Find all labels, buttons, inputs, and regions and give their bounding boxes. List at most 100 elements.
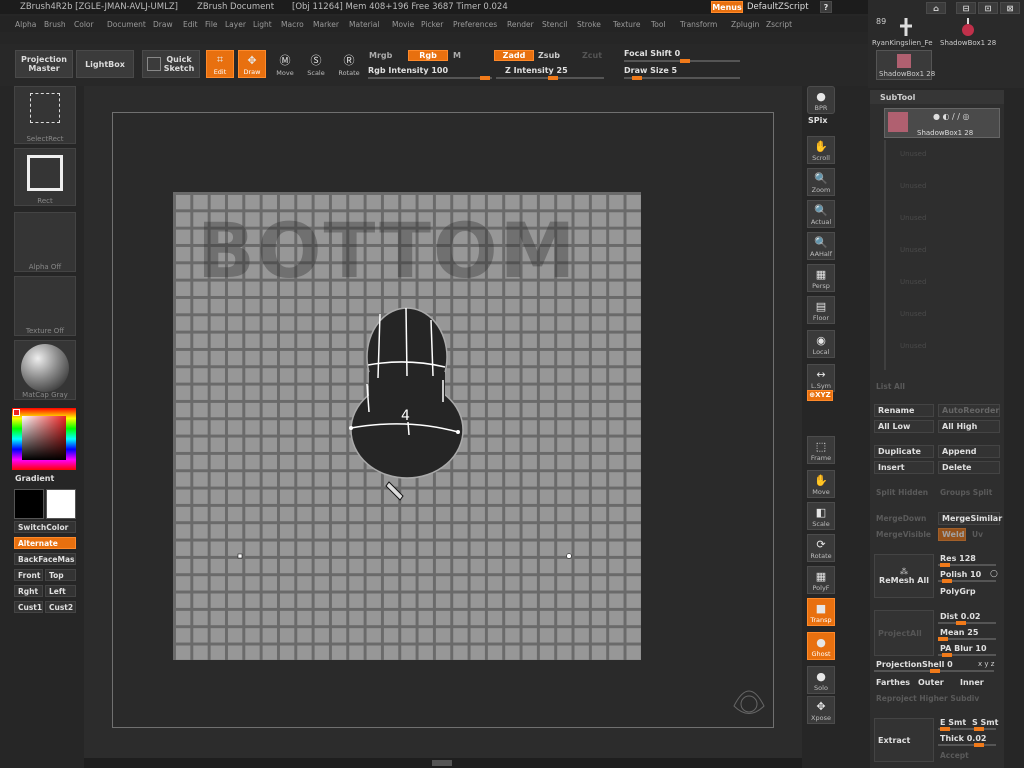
cust1-button[interactable]: Cust1 [14, 601, 43, 613]
zcut-toggle[interactable]: Zcut [582, 51, 602, 60]
rename-button[interactable]: Rename [874, 404, 934, 417]
menu-movie[interactable]: Movie [392, 20, 414, 29]
delete-button[interactable]: Delete [938, 461, 1000, 474]
menu-material[interactable]: Material [349, 20, 379, 29]
menu-zplugin[interactable]: Zplugin [731, 20, 759, 29]
menu-tool[interactable]: Tool [651, 20, 666, 29]
solo-button[interactable]: ● Solo [807, 666, 835, 694]
menu-document[interactable]: Document [107, 20, 146, 29]
subtool-empty-slot[interactable]: Unused [900, 278, 926, 286]
rgb-toggle[interactable]: Rgb [408, 50, 448, 61]
list-all-button[interactable]: List All [876, 382, 905, 391]
z-intensity-knob[interactable] [548, 76, 558, 80]
lightbox-button[interactable]: LightBox [76, 50, 134, 78]
z-intensity-slider[interactable]: Z Intensity 25 [505, 66, 568, 75]
menu-light[interactable]: Light [253, 20, 272, 29]
lsym-button[interactable]: ↔ L.Sym [807, 364, 835, 392]
xpose-button[interactable]: ✥ Xpose [807, 696, 835, 724]
subtool-header[interactable]: SubTool [870, 90, 1004, 104]
scale-button[interactable]: Ⓢ Scale [302, 50, 330, 78]
draw-size-track[interactable] [624, 76, 740, 80]
focal-shift-track[interactable] [624, 59, 740, 63]
draw-size-knob[interactable] [632, 76, 642, 80]
rgb-intensity-slider[interactable]: Rgb Intensity 100 [368, 66, 448, 75]
merge-down-button[interactable]: MergeDown [876, 514, 926, 523]
mean-track[interactable] [938, 637, 996, 641]
m-toggle[interactable]: M [453, 51, 461, 60]
polyf-button[interactable]: ▦ PolyF [807, 566, 835, 594]
scroll-button[interactable]: ✋ Scroll [807, 136, 835, 164]
mean-slider[interactable]: Mean 25 [940, 628, 978, 637]
e-smooth-knob[interactable] [940, 727, 950, 731]
persp-button[interactable]: ▦ Persp [807, 264, 835, 292]
menu-brush[interactable]: Brush [44, 20, 66, 29]
front-button[interactable]: Front [14, 569, 43, 581]
rotate-button[interactable]: Ⓡ Rotate [335, 50, 363, 78]
smooth-track[interactable] [938, 727, 996, 731]
res-knob[interactable] [940, 563, 950, 567]
secondary-color-swatch[interactable] [46, 489, 76, 519]
top-button[interactable]: Top [45, 569, 76, 581]
accept-button[interactable]: Accept [940, 751, 969, 760]
polish-circle-icon[interactable]: ○ [990, 569, 998, 579]
menu-edit[interactable]: Edit [183, 20, 198, 29]
extract-button[interactable]: Extract [874, 718, 934, 762]
select-rect-button[interactable]: SelectRect [14, 86, 76, 144]
dist-slider[interactable]: Dist 0.02 [940, 612, 981, 621]
dist-knob[interactable] [956, 621, 966, 625]
alternate-button[interactable]: Alternate [14, 537, 76, 549]
tool-item-2[interactable]: ShadowBox1 28 [940, 39, 996, 47]
tray-handle[interactable] [432, 760, 452, 766]
scale-button[interactable]: ◧ Scale [807, 502, 835, 530]
floor-button[interactable]: ▤ Floor [807, 296, 835, 324]
focal-shift-slider[interactable]: Focal Shift 0 [624, 49, 680, 58]
bottom-tray[interactable] [84, 758, 802, 768]
draw-size-slider[interactable]: Draw Size 5 [624, 66, 677, 75]
merge-visible-button[interactable]: MergeVisible [876, 530, 931, 539]
weld-toggle[interactable]: Weld [938, 528, 966, 541]
menu-macro[interactable]: Macro [281, 20, 304, 29]
tool-item-1[interactable]: RyanKingslien_Fe [872, 39, 933, 47]
subtool-empty-slot[interactable]: Unused [900, 246, 926, 254]
subtool-empty-slot[interactable]: Unused [900, 150, 926, 158]
cust2-button[interactable]: Cust2 [45, 601, 76, 613]
groups-split-button[interactable]: Groups Split [940, 488, 992, 497]
projection-shell-slider[interactable]: ProjectionShell 0 [876, 660, 953, 669]
subtool-empty-slot[interactable]: Unused [900, 310, 926, 318]
default-zscript-button[interactable]: DefaultZScript [747, 2, 809, 12]
color-picker[interactable] [12, 408, 76, 470]
menu-stroke[interactable]: Stroke [577, 20, 601, 29]
s-smooth-slider[interactable]: S Smt [972, 718, 998, 727]
res-track[interactable] [938, 563, 996, 567]
close-icon[interactable]: ⊠ [1000, 2, 1020, 14]
main-color-swatch[interactable] [14, 489, 44, 519]
rect-button[interactable]: Rect [14, 148, 76, 206]
outer-toggle[interactable]: Outer [918, 678, 944, 687]
auto-reorder-button[interactable]: AutoReorder [938, 404, 1000, 417]
menu-marker[interactable]: Marker [313, 20, 339, 29]
shadowbox-thumb[interactable]: ShadowBox1 28 [876, 50, 935, 80]
z-intensity-track[interactable] [496, 76, 604, 80]
pa-blur-slider[interactable]: PA Blur 10 [940, 644, 987, 653]
zoom-button[interactable]: 🔍 Zoom [807, 168, 835, 196]
aahalf-button[interactable]: 🔍 AAHalf [807, 232, 835, 260]
move-button[interactable]: ✋ Move [807, 470, 835, 498]
subtool-empty-slot[interactable]: Unused [900, 214, 926, 222]
alpha-button[interactable]: Alpha Off [14, 212, 76, 272]
rotate-button[interactable]: ⟳ Rotate [807, 534, 835, 562]
res-slider[interactable]: Res 128 [940, 554, 976, 563]
project-all-button[interactable]: ProjectAll [874, 610, 934, 656]
menu-picker[interactable]: Picker [421, 20, 443, 29]
insert-button[interactable]: Insert [874, 461, 934, 474]
help-icon[interactable]: ? [820, 1, 832, 13]
menu-stencil[interactable]: Stencil [542, 20, 567, 29]
grid-plane[interactable]: BOTTOM 4 [173, 192, 641, 660]
rgb-intensity-track[interactable] [368, 76, 492, 80]
polish-knob[interactable] [942, 579, 952, 583]
right-button[interactable]: Rght [14, 585, 43, 597]
polish-slider[interactable]: Polish 10 [940, 570, 981, 579]
subtool-active-item[interactable]: ShadowBox1 28 ● ◐ ∕ ∕ ◎ [884, 108, 1000, 138]
menu-color[interactable]: Color [74, 20, 94, 29]
projection-shell-knob[interactable] [930, 669, 940, 673]
mean-knob[interactable] [938, 637, 948, 641]
